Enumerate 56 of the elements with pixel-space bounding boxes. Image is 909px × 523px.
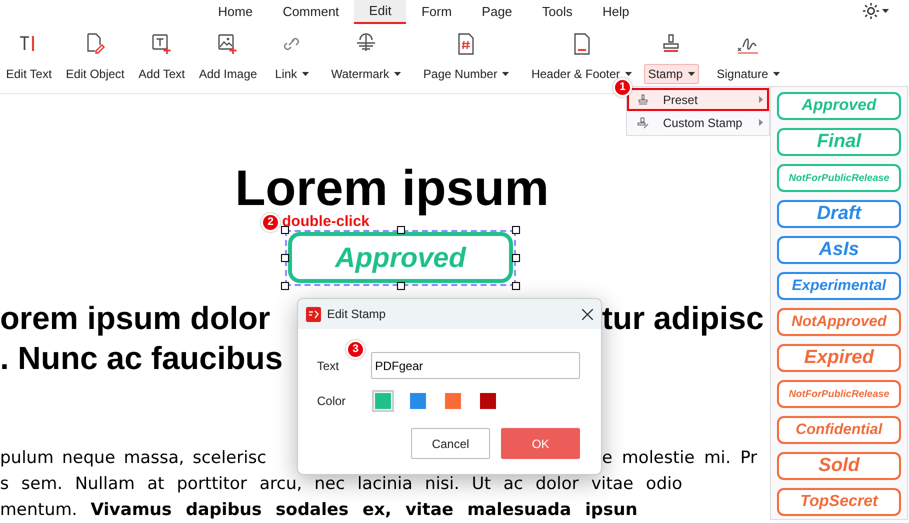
stamp-icon <box>637 94 649 106</box>
field-label: Text <box>317 358 340 374</box>
field-label: Color <box>317 393 347 410</box>
color-swatch[interactable] <box>442 390 464 412</box>
toolbar-button[interactable]: Stamp <box>644 64 699 84</box>
menu-tab[interactable]: Edit <box>354 0 406 24</box>
color-swatch[interactable] <box>407 390 429 412</box>
menu-tab[interactable]: Page <box>466 0 528 24</box>
menu-tab[interactable]: Help <box>588 0 644 24</box>
toolbar-button[interactable]: Add Image <box>195 64 262 84</box>
step-badge: 2 <box>261 213 280 232</box>
heading-text: tur adipisc <box>602 299 764 338</box>
resize-handle[interactable] <box>281 226 289 234</box>
toolbar-button[interactable]: Edit Text <box>2 64 56 84</box>
stamp[interactable]: AsIs <box>777 236 901 264</box>
close-icon[interactable] <box>582 308 593 320</box>
stamp[interactable]: Draft <box>777 200 901 228</box>
paragraph-text: mentum. Vivamus dapibus sodales ex, vitae malesuada ipsun <box>0 500 638 520</box>
menu-tab[interactable]: Home <box>203 0 268 24</box>
menu-item[interactable]: Preset <box>627 88 769 111</box>
cancel-button[interactable]: Cancel <box>411 428 490 459</box>
stamp-pen-icon <box>637 116 649 128</box>
callout-label: double-click <box>282 214 370 230</box>
paragraph-text: e molestie mi. Pr <box>602 448 758 468</box>
document-title: Lorem ipsum <box>235 162 549 214</box>
paragraph-text: pulum neque massa, scelerisc <box>0 448 268 468</box>
menu-tab[interactable]: Form <box>406 0 467 24</box>
resize-handle[interactable] <box>396 226 404 234</box>
stamp[interactable]: Experimental <box>777 272 901 300</box>
color-swatch[interactable] <box>477 390 499 412</box>
submenu-arrow-icon <box>759 119 763 126</box>
toolbar-button[interactable]: Page Number <box>419 64 514 84</box>
text-field[interactable]: PDFgear <box>371 352 580 379</box>
toolbar-button[interactable]: Edit Object <box>62 64 129 84</box>
dialog-title: Edit Stamp <box>327 306 387 323</box>
sun-icon[interactable] <box>863 3 879 19</box>
menu-tab[interactable]: Tools <box>527 0 588 24</box>
menu-item[interactable]: Custom Stamp <box>627 111 769 134</box>
toolbar-button[interactable]: Link <box>271 64 314 84</box>
toolbar-button[interactable]: Signature <box>712 64 784 84</box>
caret-icon <box>882 9 889 13</box>
toolbar-button[interactable]: Add Text <box>134 64 189 84</box>
resize-handle[interactable] <box>512 282 520 290</box>
color-swatch[interactable] <box>372 390 394 412</box>
heading-text: . Nunc ac faucibus <box>0 339 284 378</box>
heading-text: orem ipsum dolor <box>0 299 272 338</box>
resize-handle[interactable] <box>396 282 404 290</box>
app-logo-icon <box>306 306 321 322</box>
paragraph-text: s sem. Nullam at porttitor arcu, nec lacinia nisi. Ut ac dolor vitae odio <box>0 474 682 494</box>
toolbar-button[interactable]: Watermark <box>327 64 406 84</box>
resize-handle[interactable] <box>512 254 520 262</box>
resize-handle[interactable] <box>512 226 520 234</box>
resize-handle[interactable] <box>281 254 289 262</box>
resize-handle[interactable] <box>281 282 289 290</box>
submenu-arrow-icon <box>759 96 763 103</box>
menu-tab[interactable]: Comment <box>268 0 354 24</box>
